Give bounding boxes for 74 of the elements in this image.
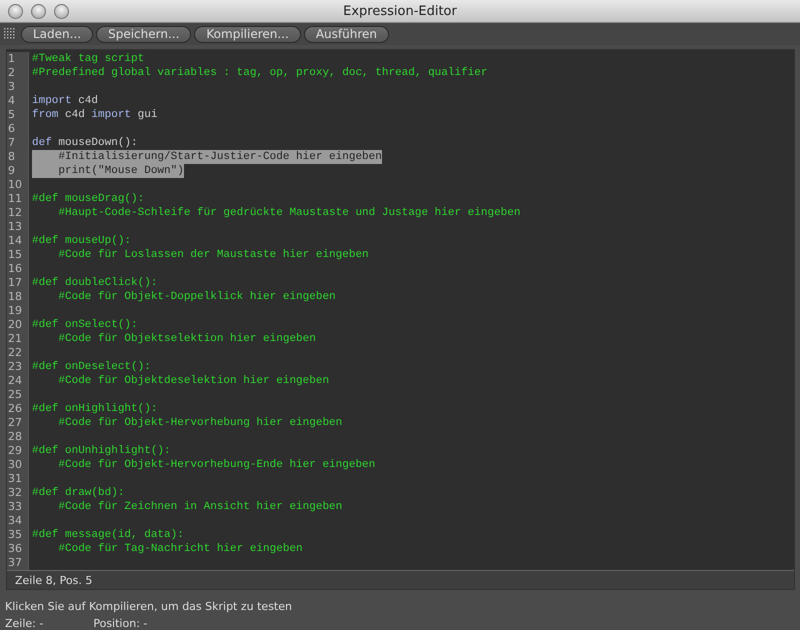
zoom-icon[interactable] <box>54 4 69 18</box>
code-line: #def mouseUp(): <box>32 234 132 248</box>
code-line: #Code für Tag-Nachricht hier eingeben <box>57 542 303 556</box>
code-line: #Predefined global variables : tag, op, proxy, doc, thread, qualifier <box>32 66 488 80</box>
line-number: 6 <box>7 122 16 136</box>
line-number: 3 <box>7 80 16 94</box>
line-number: 30 <box>7 458 23 472</box>
line-number: 22 <box>7 346 23 360</box>
line-number: 16 <box>7 262 23 276</box>
code-line: #def message(id, data): <box>32 528 184 542</box>
code-line: #Code für Objektdeselektion hier eingeben <box>57 374 330 388</box>
code-line: import c4d <box>32 94 98 108</box>
code-line: #def mouseDrag(): <box>32 192 144 206</box>
toolbar-button[interactable]: Ausführen <box>304 26 389 42</box>
line-label: Zeile: - <box>5 617 44 630</box>
code-editor[interactable] <box>6 49 795 590</box>
code-line: #Code für Loslassen der Maustaste hier eingeben <box>57 248 369 262</box>
line-number: 19 <box>7 304 23 318</box>
line-number: 15 <box>7 248 23 262</box>
line-number: 24 <box>7 374 23 388</box>
window-title: Expression-Editor <box>342 4 458 18</box>
code-line: #def draw(bd): <box>32 486 124 500</box>
line-number: 31 <box>7 472 23 486</box>
line-number: 36 <box>7 542 23 556</box>
code-line: def mouseDown(): <box>32 136 138 150</box>
line-number: 37 <box>7 556 23 570</box>
line-number: 13 <box>7 220 23 234</box>
toolbar-button[interactable]: Speichern... <box>96 26 192 42</box>
line-number: 7 <box>7 136 16 150</box>
line-number: 29 <box>7 444 23 458</box>
toolbar-button[interactable]: Kompilieren... <box>194 26 301 42</box>
cursor-position: Zeile 8, Pos. 5 <box>15 574 92 586</box>
code-line: #def onHighlight(): <box>32 402 158 416</box>
line-number: 27 <box>7 416 23 430</box>
line-number: 5 <box>7 108 16 122</box>
close-icon[interactable] <box>8 4 23 18</box>
line-number: 17 <box>7 276 23 290</box>
line-number: 25 <box>7 388 23 402</box>
line-number: 20 <box>7 318 23 332</box>
code-line: #def onDeselect(): <box>32 360 151 374</box>
line-number: 4 <box>7 94 16 108</box>
line-number: 28 <box>7 430 23 444</box>
position-label: Position: - <box>93 617 148 630</box>
code-line: #def doubleClick(): <box>32 276 158 290</box>
line-number: 9 <box>7 164 16 178</box>
code-line: #def onSelect(): <box>32 318 138 332</box>
code-line: #Code für Zeichnen in Ansicht hier eingeben <box>57 500 342 514</box>
line-number: 26 <box>7 402 23 416</box>
line-number: 11 <box>7 192 23 206</box>
code-line: #Tweak tag script <box>32 52 144 66</box>
line-number: 33 <box>7 500 23 514</box>
line-number: 2 <box>7 66 16 80</box>
code-line: #Code für Objekt-Hervorhebung hier eingeben <box>57 416 342 430</box>
line-number: 23 <box>7 360 23 374</box>
line-number: 8 <box>7 150 16 164</box>
code-line: #Code für Objektselektion hier eingeben <box>57 332 316 346</box>
code-line: from c4d import gui <box>32 108 158 122</box>
line-number: 21 <box>7 332 23 346</box>
code-line: #Code für Objekt-Hervorhebung-Ende hier eingeben <box>57 458 376 472</box>
line-number: 14 <box>7 234 23 248</box>
line-number: 1 <box>7 52 16 66</box>
line-number: 12 <box>7 206 23 220</box>
code-line: #Code für Objekt-Doppelklick hier eingeben <box>57 290 336 304</box>
code-line: #def onUnhighlight(): <box>32 444 171 458</box>
toolbar-button[interactable]: Laden... <box>21 26 94 42</box>
code-line: #Haupt-Code-Schleife für gedrückte Maustaste und Justage hier eingeben <box>57 206 520 220</box>
line-number: 10 <box>7 178 23 192</box>
line-number: 34 <box>7 514 23 528</box>
grip-icon[interactable] <box>4 28 16 40</box>
minimize-icon[interactable] <box>31 4 46 18</box>
line-number: 18 <box>7 290 23 304</box>
line-number: 35 <box>7 528 23 542</box>
status-message: Klicken Sie auf Kompilieren, um das Skript zu testen <box>5 600 293 613</box>
line-number: 32 <box>7 486 23 500</box>
